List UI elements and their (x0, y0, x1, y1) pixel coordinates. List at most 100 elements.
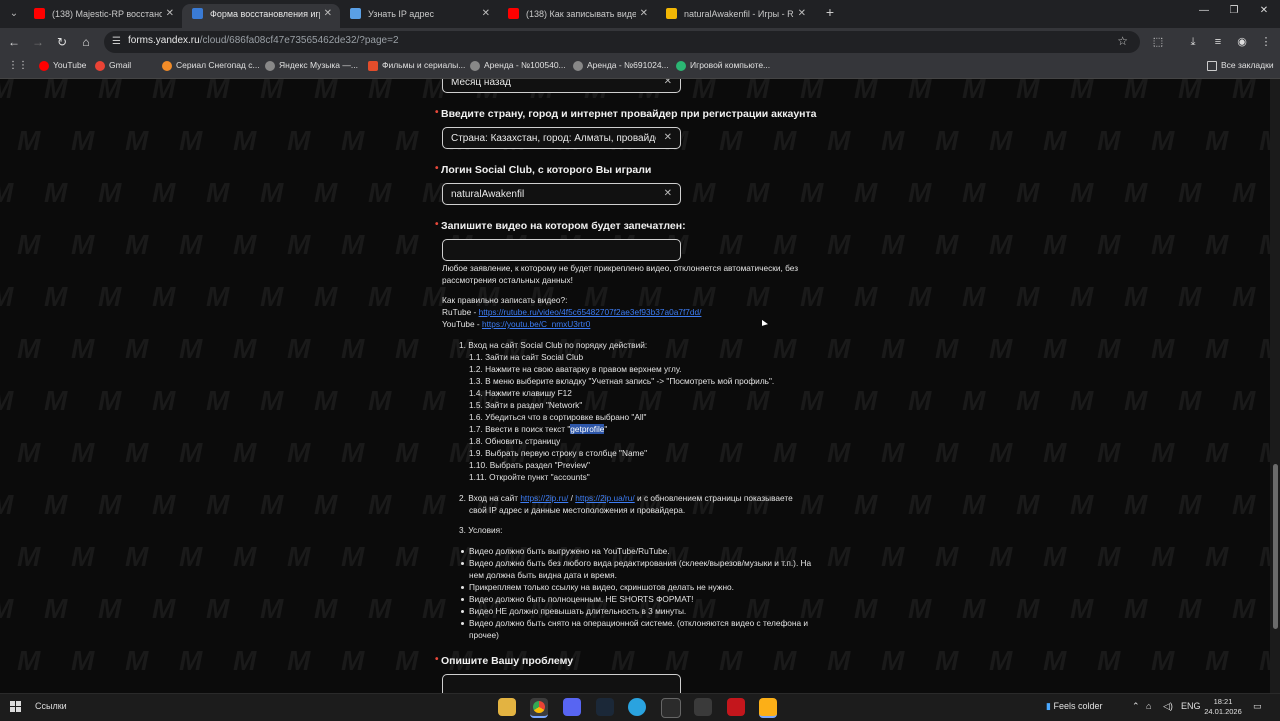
watermark-logo-icon: M (908, 385, 932, 416)
watermark-logo-icon: M (1178, 281, 1202, 312)
bookmark-arenda-2[interactable]: Аренда - №691024... (573, 60, 669, 71)
close-icon[interactable]: ✕ (640, 4, 648, 24)
bookmark-youtube[interactable]: YouTube (39, 60, 86, 71)
discord-icon[interactable] (563, 698, 581, 716)
file-explorer-icon[interactable] (498, 698, 516, 716)
watermark-logo-icon: M (71, 541, 95, 572)
watermark-logo-icon: M (719, 333, 743, 364)
watermark-logo-icon: M (1232, 79, 1256, 104)
address-bar[interactable]: ☰ forms.yandex.ru/cloud/686fa08cf47e7356… (104, 31, 1140, 53)
previous-answer-field[interactable]: Месяц назад ✕ (442, 79, 681, 93)
video-note-line1: Любое заявление, к которому не будет при… (442, 263, 799, 273)
condition-item-cont: прочее) (469, 630, 499, 640)
watermark-logo-icon: M (17, 333, 41, 364)
close-icon[interactable]: ✕ (166, 4, 174, 24)
watermark-logo-icon: M (125, 125, 149, 156)
watermark-logo-icon: M (800, 385, 824, 416)
youtube-icon (39, 61, 49, 71)
all-bookmarks[interactable]: Все закладки (1207, 60, 1274, 71)
new-tab-button[interactable]: + (822, 4, 838, 20)
page-scrollbar[interactable] (1270, 79, 1280, 693)
tab-majestic[interactable]: (138) Majestic-RP восстановле... ✕ (24, 4, 182, 28)
steam-icon[interactable] (596, 698, 614, 716)
telegram-icon[interactable] (628, 698, 646, 716)
menu-icon[interactable]: ⋮ (1258, 34, 1274, 50)
watermark-logo-icon: M (368, 489, 392, 520)
volume-icon[interactable]: ◁) (1163, 701, 1173, 712)
notifications-icon[interactable]: ▭ (1253, 701, 1262, 712)
rockstar-launcher-icon[interactable] (759, 698, 777, 718)
language-indicator[interactable]: ENG (1181, 701, 1201, 711)
bookmark-arenda-1[interactable]: Аренда - №100540... (470, 60, 566, 71)
chrome-icon[interactable] (530, 698, 548, 718)
back-button[interactable]: ← (6, 34, 22, 50)
watermark-logo-icon: M (908, 79, 932, 104)
forward-button[interactable]: → (30, 34, 46, 50)
tab-video[interactable]: (138) Как записывать видео д... ✕ (498, 4, 656, 28)
watermark-logo-icon: M (233, 125, 257, 156)
bookmark-star-icon[interactable]: ☆ (1117, 34, 1128, 48)
bookmark-gmail[interactable]: Gmail (95, 60, 131, 71)
extensions-icon[interactable]: ⬚ (1150, 34, 1166, 50)
minimize-button[interactable]: — (1196, 5, 1212, 16)
scrollbar-thumb[interactable] (1273, 464, 1278, 629)
app-red-icon[interactable] (727, 698, 745, 716)
tab-form[interactable]: Форма восстановления игров... ✕ (182, 4, 340, 28)
country-city-provider-input[interactable]: Страна: Казахстан, город: Алматы, провай… (442, 127, 681, 149)
watermark-logo-icon: M (206, 385, 230, 416)
media-icon[interactable]: ≡ (1210, 34, 1226, 50)
watermark-logo-icon: M (1097, 333, 1121, 364)
problem-description-input[interactable] (442, 674, 681, 693)
watermark-logo-icon: M (1016, 593, 1040, 624)
tab-rockstar[interactable]: naturalAwakenfil - Игры - Rock... ✕ (656, 4, 814, 28)
watermark-logo-icon: M (989, 333, 1013, 364)
watermark-logo-icon: M (233, 541, 257, 572)
watermark-logo-icon: M (773, 645, 797, 676)
windows-start-icon[interactable] (10, 701, 22, 713)
reload-button[interactable]: ↻ (54, 34, 70, 50)
download-icon[interactable]: ⤓ (1185, 34, 1201, 50)
2ip-ua-link[interactable]: https://2ip.ua/ru/ (575, 493, 635, 503)
watermark-logo-icon: M (1070, 593, 1094, 624)
site-info-icon[interactable]: ☰ (112, 36, 121, 47)
home-button[interactable]: ⌂ (78, 34, 94, 50)
youtube-link[interactable]: https://youtu.be/C_nmxU3rtr0 (482, 319, 590, 329)
bookmark-yandex-music[interactable]: Яндекс Музыка —... (265, 60, 358, 71)
watermark-logo-icon: M (260, 489, 284, 520)
video-link-input[interactable] (442, 239, 681, 261)
bookmark-snegopad[interactable]: Сериал Снегопад с... (162, 60, 260, 71)
watermark-logo-icon: M (422, 489, 446, 520)
watermark-logo-icon: M (773, 125, 797, 156)
epic-games-icon[interactable] (661, 698, 681, 718)
tray-chevron-icon[interactable]: ⌃ (1132, 701, 1140, 712)
close-icon[interactable]: ✕ (324, 4, 332, 24)
apps-icon[interactable]: ⋮⋮ (8, 61, 28, 71)
clear-icon[interactable]: ✕ (664, 79, 672, 87)
close-icon[interactable]: ✕ (798, 4, 806, 24)
weather-widget[interactable]: ▮ Feels colder (1046, 701, 1103, 712)
watermark-logo-icon: M (1043, 541, 1067, 572)
watermark-logo-icon: M (125, 645, 149, 676)
network-icon[interactable]: ⌂ (1146, 701, 1151, 711)
watermark-logo-icon: M (1178, 489, 1202, 520)
tab-ip[interactable]: Узнать IP адрес ✕ (340, 4, 498, 28)
clear-icon[interactable]: ✕ (664, 132, 672, 143)
watermark-logo-icon: M (287, 125, 311, 156)
restore-button[interactable]: ❐ (1226, 5, 1242, 16)
2ip-ru-link[interactable]: https://2ip.ru/ (520, 493, 568, 503)
bookmark-films[interactable]: Фильмы и сериалы... (368, 60, 465, 71)
bookmark-gaming-pc[interactable]: Игровой компьюте... (676, 60, 770, 71)
rutube-link[interactable]: https://rutube.ru/video/4f5c65482707f2ae… (479, 307, 702, 317)
close-window-button[interactable]: ✕ (1256, 5, 1272, 16)
taskbar-links[interactable]: Ссылки (35, 701, 67, 711)
game-launcher-icon[interactable] (694, 698, 712, 716)
watermark-logo-icon: M (827, 229, 851, 260)
tab-search-icon[interactable]: ⌄ (6, 6, 22, 22)
clear-icon[interactable]: ✕ (664, 188, 672, 199)
watermark-logo-icon: M (1016, 281, 1040, 312)
watermark-logo-icon: M (1043, 437, 1067, 468)
system-clock[interactable]: 18:21 24.01.2026 (1200, 697, 1246, 717)
profile-icon[interactable]: ◉ (1234, 34, 1250, 50)
close-icon[interactable]: ✕ (482, 4, 490, 24)
social-club-login-input[interactable]: naturalAwakenfil ✕ (442, 183, 681, 205)
